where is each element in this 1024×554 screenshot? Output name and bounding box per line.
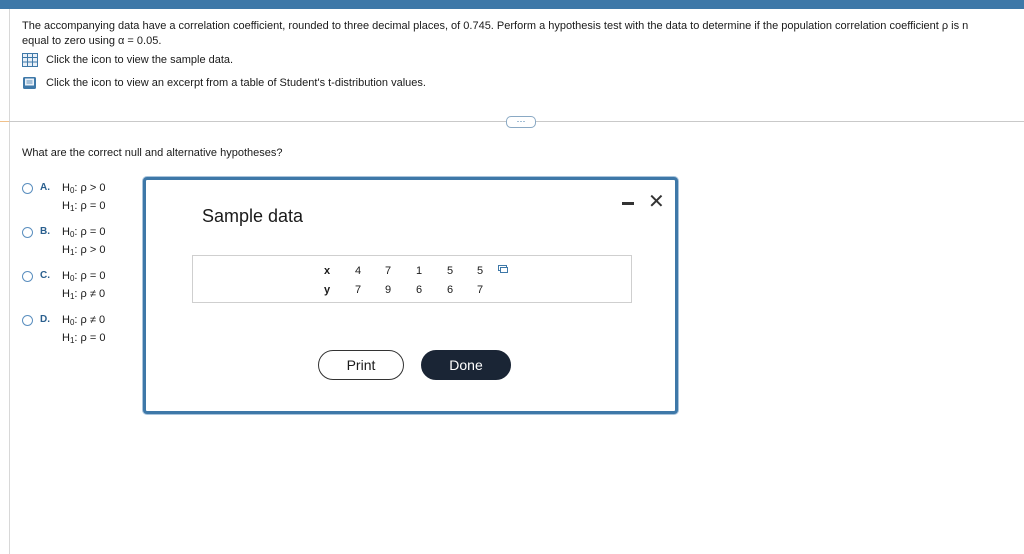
minimize-icon[interactable]	[622, 202, 634, 205]
y-value: 6	[446, 284, 454, 296]
null-hypothesis: H0: ρ ≠ 0	[62, 314, 106, 327]
copy-icon[interactable]	[498, 265, 508, 273]
sample-data-link[interactable]: Click the icon to view the sample data.	[22, 53, 233, 67]
table-grid-icon[interactable]	[22, 53, 38, 67]
problem-statement: The accompanying data have a correlation…	[22, 19, 1022, 49]
option-letter: D.	[40, 314, 50, 325]
alternative-hypothesis: H1: ρ = 0	[62, 200, 106, 213]
y-value: 6	[415, 284, 423, 296]
top-header-bar	[0, 0, 1024, 9]
radio-button[interactable]	[22, 315, 33, 326]
left-border	[9, 9, 10, 554]
question-text: What are the correct null and alternativ…	[22, 147, 283, 159]
option-letter: C.	[40, 270, 50, 281]
y-row-label: y	[323, 284, 331, 296]
y-value: 7	[476, 284, 484, 296]
y-value: 7	[354, 284, 362, 296]
option-letter: A.	[40, 182, 50, 193]
problem-line-2: equal to zero using α = 0.05.	[22, 35, 162, 47]
option-letter: B.	[40, 226, 50, 237]
radio-button[interactable]	[22, 271, 33, 282]
radio-button[interactable]	[22, 227, 33, 238]
problem-line-1: The accompanying data have a correlation…	[22, 20, 969, 32]
print-button[interactable]: Print	[318, 350, 404, 380]
divider-accent	[0, 121, 9, 122]
x-value: 4	[354, 265, 362, 277]
alternative-hypothesis: H1: ρ ≠ 0	[62, 288, 106, 301]
alternative-hypothesis: H1: ρ = 0	[62, 332, 106, 345]
done-button[interactable]: Done	[421, 350, 511, 380]
x-value: 1	[415, 265, 423, 277]
x-row-label: x	[323, 265, 331, 277]
book-icon[interactable]	[22, 76, 38, 90]
null-hypothesis: H0: ρ = 0	[62, 270, 106, 283]
close-icon[interactable]: ✕	[648, 192, 665, 212]
sample-data-link-text: Click the icon to view the sample data.	[46, 54, 234, 66]
more-options-button[interactable]: ⋯	[506, 116, 536, 128]
sample-data-dialog: Sample data ✕ x y 4 7 1 5 5 7 9 6 6 7 Pr…	[143, 177, 678, 414]
x-value: 5	[476, 265, 484, 277]
x-value: 5	[446, 265, 454, 277]
null-hypothesis: H0: ρ = 0	[62, 226, 106, 239]
radio-button[interactable]	[22, 183, 33, 194]
x-value: 7	[384, 265, 392, 277]
dialog-title: Sample data	[202, 206, 304, 226]
sample-data-table: x y 4 7 1 5 5 7 9 6 6 7	[192, 255, 632, 303]
t-table-link-text: Click the icon to view an excerpt from a…	[46, 77, 426, 89]
null-hypothesis: H0: ρ > 0	[62, 182, 106, 195]
alternative-hypothesis: H1: ρ > 0	[62, 244, 106, 257]
t-table-link[interactable]: Click the icon to view an excerpt from a…	[22, 76, 426, 90]
y-value: 9	[384, 284, 392, 296]
